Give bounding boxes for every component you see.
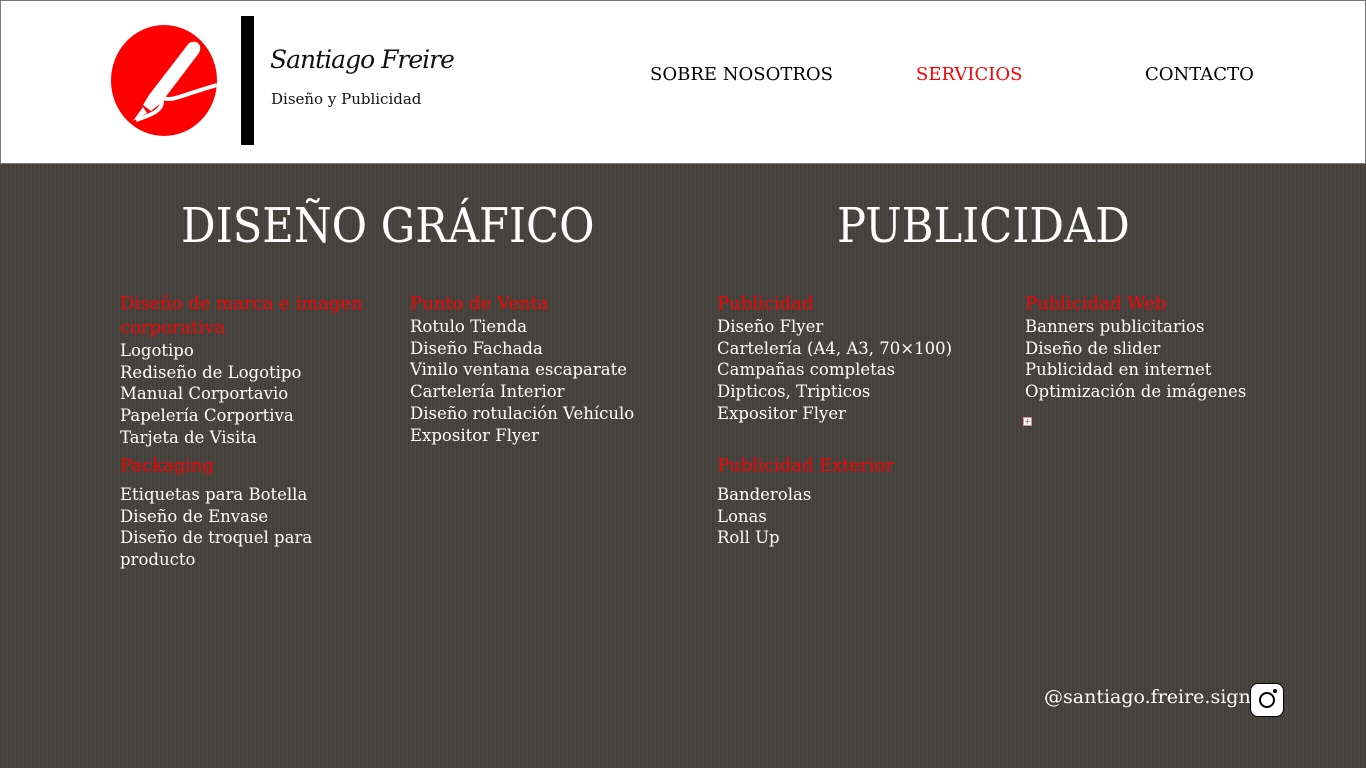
list-item: Rotulo Tienda [410, 317, 528, 336]
list-item: Campañas completas [717, 360, 896, 380]
brand-tagline: Diseño y Publicidad [271, 90, 422, 108]
list-item: Diseño de Envase [120, 506, 269, 526]
list-item: Expositor Flyer [717, 403, 846, 423]
service-group: Publicidad Diseño Flyer Cartelería (A4, … [717, 292, 977, 425]
logo-divider [241, 16, 254, 145]
list-item: Dipticos, Tripticos [717, 382, 871, 402]
list-item: Publicidad en internet [1025, 360, 1212, 380]
service-group: Diseño de marca e imagen corporativa Log… [120, 292, 380, 449]
service-group: Publicidad Web Banners publicitarios Dis… [1025, 292, 1305, 403]
list-item: Diseño Fachada [410, 338, 543, 358]
nav-sobre-nosotros[interactable]: SOBRE NOSOTROS [650, 64, 833, 85]
instagram-icon[interactable] [1250, 683, 1284, 717]
list-item: Optimización de imágenes [1025, 382, 1247, 402]
list-item: Roll Up [717, 528, 780, 548]
nav-contacto[interactable]: CONTACTO [1145, 64, 1254, 85]
brand-name: Santiago Freire [270, 45, 455, 74]
instagram-handle-link[interactable]: @santiago.freire.sign [1044, 686, 1251, 708]
group-title: Publicidad [717, 293, 814, 314]
list-item: Manual Corportavio [120, 384, 289, 404]
service-group: Publicidad Exterior Banderolas Lonas Rol… [717, 454, 977, 549]
pen-logo-icon[interactable] [111, 25, 217, 136]
nav-servicios[interactable]: SERVICIOS [916, 64, 1022, 85]
group-title: Packaging [120, 455, 215, 476]
broken-image-icon: + [1023, 417, 1032, 426]
list-item: Lonas [717, 506, 767, 526]
list-item: Diseño de troquel para producto [120, 528, 313, 570]
group-title: Punto de Venta [410, 293, 549, 314]
list-item: Tarjeta de Visita [120, 427, 257, 447]
list-item: Etiquetas para Botella [120, 485, 308, 504]
section-title-diseno: DISEÑO GRÁFICO [181, 198, 595, 254]
site-header: Santiago Freire Diseño y Publicidad SOBR… [0, 0, 1366, 164]
list-item: Logotipo [120, 341, 194, 360]
list-item: Vinilo ventana escaparate [410, 360, 627, 380]
list-item: Banderolas [717, 485, 812, 504]
service-group: Packaging Etiquetas para Botella Diseño … [120, 454, 320, 571]
service-group: Punto de Venta Rotulo Tienda Diseño Fach… [410, 292, 670, 446]
list-item: Cartelería (A4, A3, 70×100) [717, 338, 953, 358]
list-item: Expositor Flyer [410, 425, 539, 445]
list-item: Papelería Corportiva [120, 406, 294, 426]
list-item: Diseño rotulación Vehículo [410, 403, 635, 423]
list-item: Cartelería Interior [410, 382, 565, 402]
list-item: Rediseño de Logotipo [120, 362, 302, 382]
group-title: Diseño de marca e imagen corporativa [120, 293, 363, 338]
group-title: Publicidad Exterior [717, 455, 895, 476]
section-title-publicidad: PUBLICIDAD [837, 198, 1130, 254]
group-title: Publicidad Web [1025, 293, 1167, 314]
list-item: Banners publicitarios [1025, 317, 1205, 336]
list-item: Diseño de slider [1025, 338, 1161, 358]
list-item: Diseño Flyer [717, 317, 824, 336]
